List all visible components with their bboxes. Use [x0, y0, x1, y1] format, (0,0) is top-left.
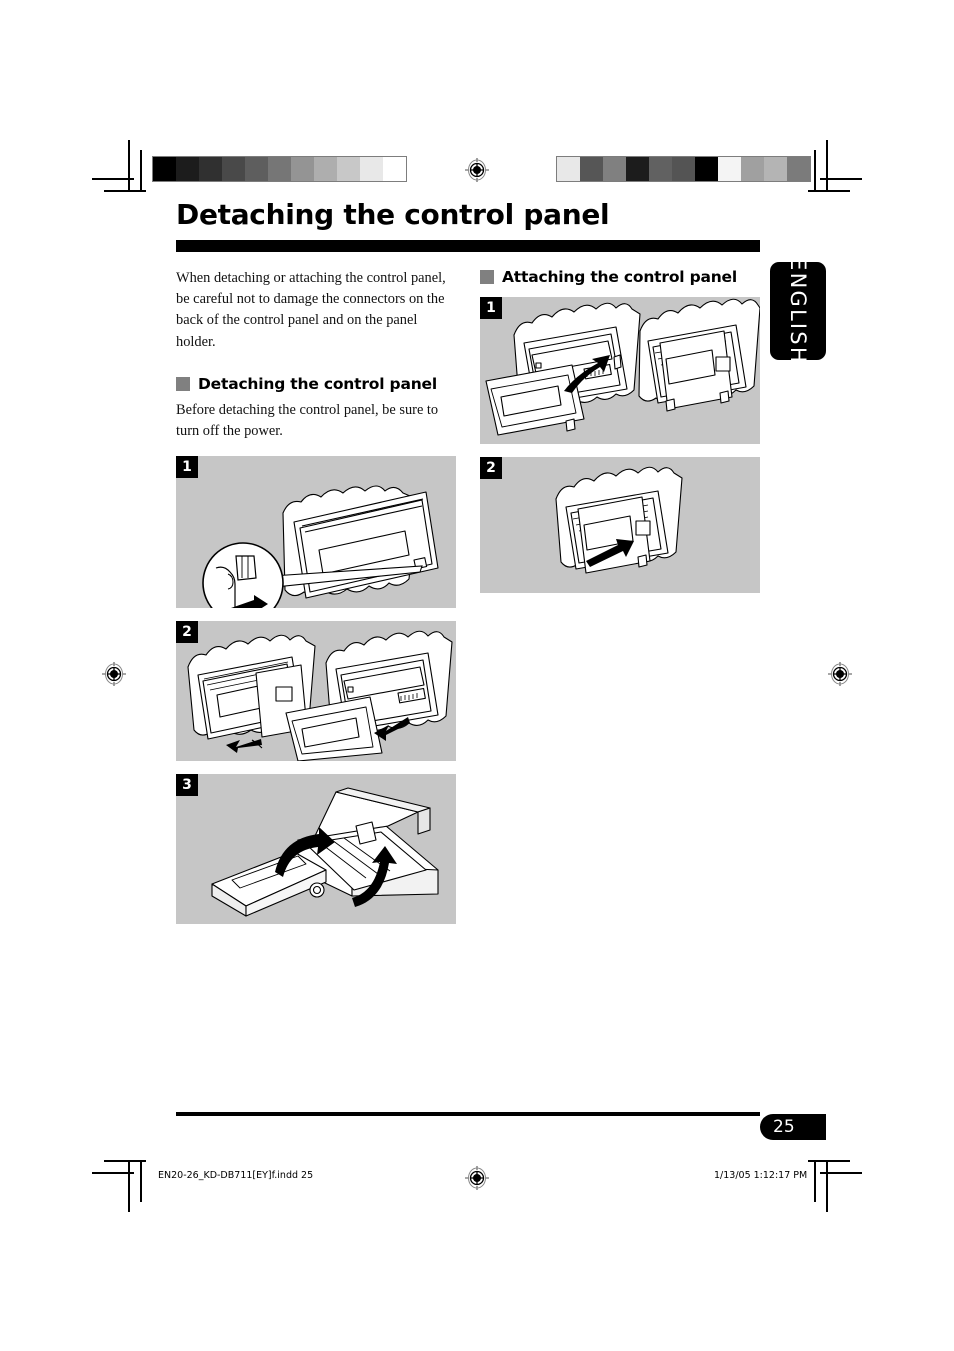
gray-swatch [603, 157, 626, 181]
gray-swatch [580, 157, 603, 181]
crop-mark-top-left-inner-horizontal [104, 190, 146, 192]
step-number-badge: 2 [176, 620, 198, 643]
crop-mark-top-right-inner-horizontal [808, 190, 850, 192]
grayscale-calibration-bar-left [152, 156, 407, 182]
gray-swatch [337, 157, 360, 181]
illustration-press-release-button [202, 485, 439, 608]
crop-mark-bottom-left-inner-horizontal [104, 1160, 146, 1162]
square-bullet-icon [176, 377, 190, 392]
gray-swatch [360, 157, 383, 181]
step-number-badge: 3 [176, 773, 198, 796]
gray-swatch [383, 157, 406, 181]
square-bullet-icon [480, 269, 494, 284]
printed-page: ENGLISH Detaching the control panel When… [0, 0, 954, 1351]
registration-target-icon-left [101, 661, 127, 687]
gray-swatch [672, 157, 695, 181]
gray-swatch [153, 157, 176, 181]
illustration-press-panel-home [555, 466, 683, 574]
gray-swatch [787, 157, 810, 181]
figure-detaching-step-3: 3 [176, 773, 456, 924]
page-number-badge: 25 [760, 1114, 826, 1140]
gray-swatch [741, 157, 764, 181]
step-number-badge: 1 [480, 296, 502, 319]
gray-swatch [291, 157, 314, 181]
subheading-attaching: Attaching the control panel [480, 268, 760, 286]
subheading-label: Attaching the control panel [502, 267, 737, 286]
footer-rule [176, 1112, 760, 1116]
page-content: Detaching the control panel When detachi… [176, 198, 760, 924]
footer-timestamp: 1/13/05 1:12:17 PM [714, 1170, 808, 1181]
crop-mark-bottom-left-inner-vertical [140, 1160, 142, 1202]
crop-mark-top-right-inner-vertical [814, 150, 816, 192]
illustration-pull-panel-off [187, 630, 453, 761]
gray-swatch [557, 157, 580, 181]
title-underline-bar [176, 239, 760, 252]
gray-swatch [718, 157, 741, 181]
crop-mark-top-right-horizontal [820, 178, 862, 180]
gray-swatch [314, 157, 337, 181]
crop-mark-bottom-right-horizontal [820, 1172, 862, 1174]
gray-swatch [199, 157, 222, 181]
crop-mark-bottom-right-inner-horizontal [808, 1160, 850, 1162]
registration-target-icon-right [827, 661, 853, 687]
illustration-store-panel-in-case [211, 787, 439, 917]
language-tab-english: ENGLISH [770, 257, 826, 365]
gray-swatch [695, 157, 718, 181]
page-title: Detaching the control panel [176, 198, 610, 231]
two-column-layout: When detaching or attaching the control … [176, 268, 760, 924]
illustration-insert-panel [485, 298, 760, 436]
gray-swatch [764, 157, 787, 181]
crop-mark-top-left-horizontal [92, 178, 134, 180]
crop-mark-bottom-right-inner-vertical [814, 1160, 816, 1202]
figure-attaching-step-1: 1 [480, 296, 760, 444]
crop-mark-top-left-vertical [128, 140, 130, 192]
subheading-label: Detaching the control panel [198, 375, 437, 394]
page-number: 25 [773, 1117, 795, 1137]
figure-attaching-step-2: 2 [480, 456, 760, 593]
gray-swatch [222, 157, 245, 181]
footer-filename: EN20-26_KD-DB711[EY]f.indd 25 [158, 1170, 314, 1181]
gray-swatch [268, 157, 291, 181]
crop-mark-bottom-left-vertical [128, 1160, 130, 1212]
subheading-detaching: Detaching the control panel [176, 375, 456, 393]
step-number-badge: 2 [480, 456, 502, 479]
right-column: Attaching the control panel 1 2 [480, 268, 760, 924]
registration-target-icon-top [464, 157, 490, 183]
grayscale-calibration-bar-right [556, 156, 811, 182]
gray-swatch [649, 157, 672, 181]
crop-mark-top-right-vertical [826, 140, 828, 192]
gray-swatch [176, 157, 199, 181]
step-number-badge: 1 [176, 455, 198, 478]
left-column: When detaching or attaching the control … [176, 268, 456, 924]
intro-paragraph: When detaching or attaching the control … [176, 269, 446, 350]
figure-detaching-step-1: 1 [176, 455, 456, 608]
crop-mark-bottom-right-vertical [826, 1160, 828, 1212]
gray-swatch [245, 157, 268, 181]
crop-mark-bottom-left-horizontal [92, 1172, 134, 1174]
detaching-paragraph: Before detaching the control panel, be s… [176, 402, 439, 440]
crop-mark-top-left-inner-vertical [140, 150, 142, 192]
gray-swatch [626, 157, 649, 181]
registration-target-icon-bottom [464, 1165, 490, 1191]
figure-detaching-step-2: 2 [176, 620, 456, 761]
language-tab-label: ENGLISH [786, 257, 811, 365]
